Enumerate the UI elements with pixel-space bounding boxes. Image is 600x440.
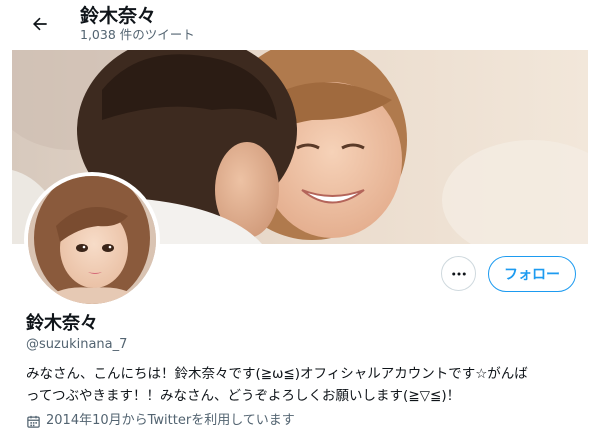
profile-page: 鈴木奈々 1,038 件のツイート フォロー 鈴木奈々 @suzukinana_… [0,0,600,440]
back-button[interactable] [26,10,54,38]
bio-line: ってつぶやきます！！みなさん、どうぞよろしくお願いします(≧▽≦)！ [26,388,461,404]
bio-line: みなさん、こんにちは！鈴木奈々です(≧ω≦)オフィシャルアカウントです☆がんば [26,366,528,382]
avatar[interactable] [28,176,156,304]
arrow-left-icon [33,17,47,31]
header-title: 鈴木奈々 [80,5,157,27]
more-options-button[interactable] [441,256,476,291]
top-bar: 鈴木奈々 1,038 件のツイート [0,0,600,48]
tweet-count: 1,038 件のツイート [80,27,195,42]
calendar-icon [26,414,41,429]
profile-name: 鈴木奈々 [26,313,98,334]
profile-bio: みなさん、こんにちは！鈴木奈々です(≧ω≦)オフィシャルアカウントです☆がんば … [26,363,586,407]
avatar-frame[interactable] [24,172,160,308]
more-dots-icon [451,272,466,275]
profile-handle: @suzukinana_7 [26,337,128,352]
joined-text: 2014年10月からTwitterを利用しています [46,413,295,428]
follow-button[interactable]: フォロー [488,256,576,292]
joined-date: 2014年10月からTwitterを利用しています [26,411,295,431]
